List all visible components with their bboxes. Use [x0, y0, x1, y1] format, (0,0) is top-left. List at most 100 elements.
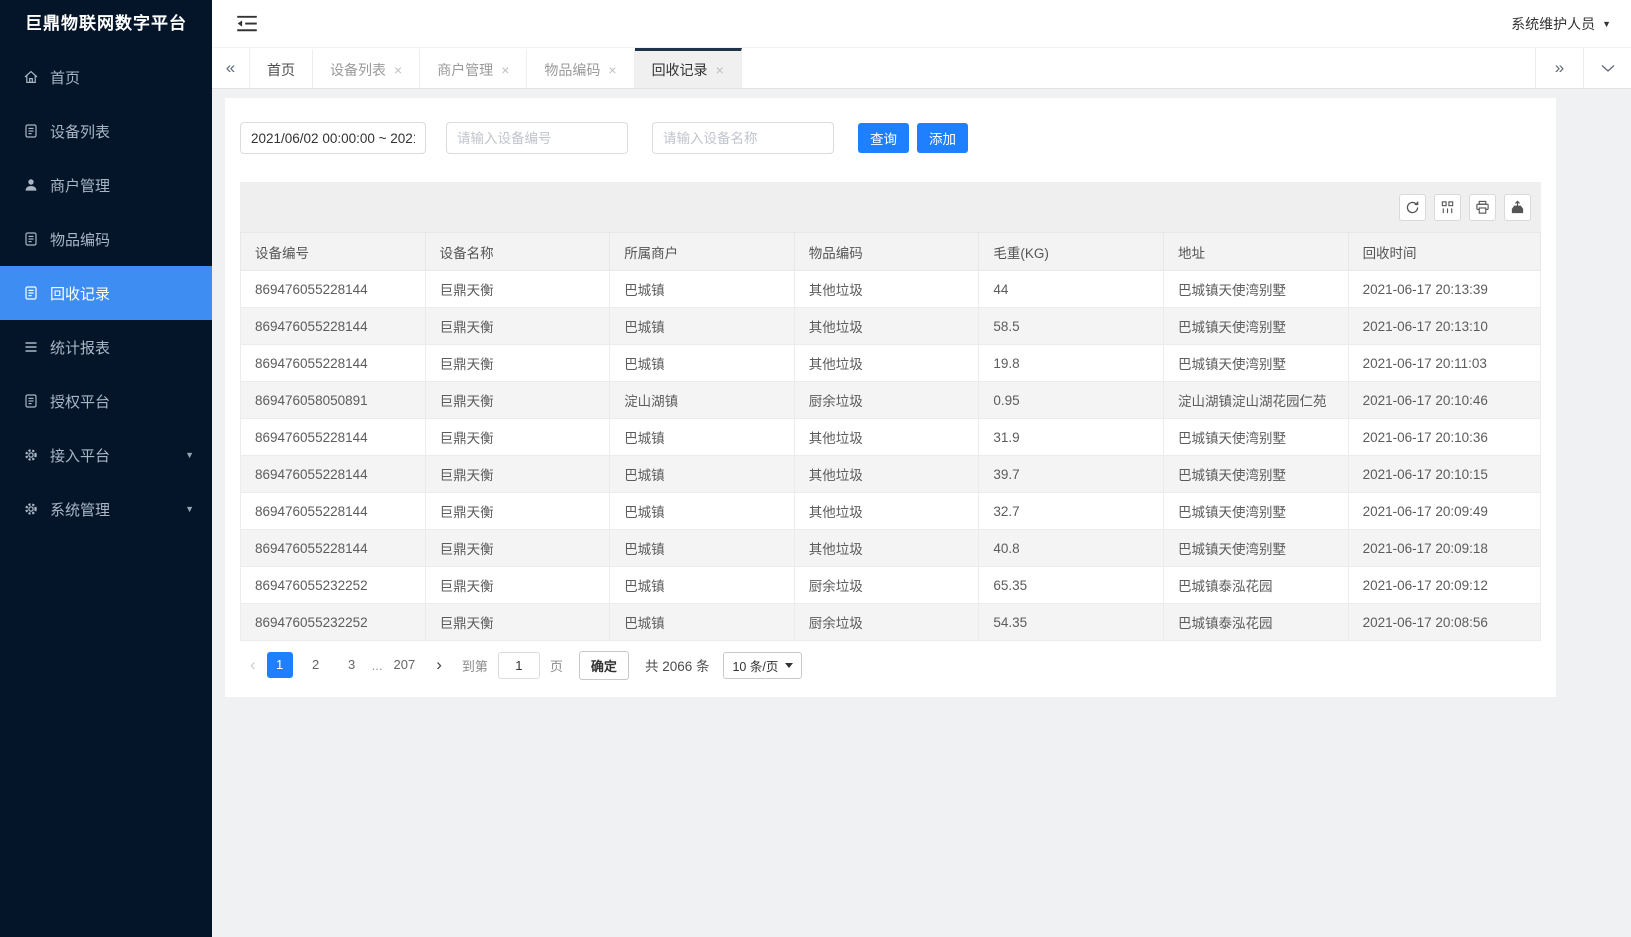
cell-recycle-time: 2021-06-17 20:10:36: [1348, 419, 1540, 456]
close-icon[interactable]: ×: [608, 63, 616, 77]
tab-label: 回收记录: [652, 60, 708, 80]
page-button-2[interactable]: 2: [303, 652, 329, 678]
records-table: 设备编号 设备名称 所属商户 物品编码 毛重(KG) 地址 回收时间 86947…: [240, 232, 1541, 641]
page-button-last[interactable]: 207: [390, 652, 420, 678]
sidebar-item-label: 系统管理: [50, 499, 110, 520]
cell-item-code: 厨余垃圾: [794, 382, 979, 419]
page-button-3[interactable]: 3: [339, 652, 365, 678]
table-row: 869476055232252 巨鼎天衡 巴城镇 厨余垃圾 54.35 巴城镇泰…: [241, 604, 1541, 641]
cell-recycle-time: 2021-06-17 20:10:46: [1348, 382, 1540, 419]
cell-merchant: 淀山湖镇: [610, 382, 795, 419]
tab-merchant[interactable]: 商户管理 ×: [420, 48, 527, 88]
cell-recycle-time: 2021-06-17 20:13:39: [1348, 271, 1540, 308]
sidebar-item-item-code[interactable]: 物品编码: [0, 212, 212, 266]
cell-device-no: 869476055228144: [241, 456, 426, 493]
tabs-scroll-right-button[interactable]: »: [1535, 48, 1583, 88]
cell-gross-weight: 54.35: [979, 604, 1164, 641]
sidebar-item-home[interactable]: 首页: [0, 50, 212, 104]
sidebar-menu: 首页 设备列表 商户管理 物品编码: [0, 50, 212, 536]
cell-address: 巴城镇天使湾别墅: [1163, 271, 1348, 308]
cell-item-code: 厨余垃圾: [794, 604, 979, 641]
device-no-input[interactable]: [446, 122, 628, 154]
list-icon: [22, 393, 39, 410]
goto-page-input[interactable]: [498, 652, 540, 679]
tab-device-list[interactable]: 设备列表 ×: [313, 48, 420, 88]
menu-fold-icon[interactable]: [236, 15, 258, 33]
sidebar-item-stats-report[interactable]: 统计报表: [0, 320, 212, 374]
date-range-input[interactable]: [240, 122, 426, 154]
tabs-menu-button[interactable]: [1583, 48, 1631, 88]
chevron-down-icon[interactable]: ▼: [185, 504, 194, 514]
refresh-button[interactable]: [1399, 194, 1426, 221]
cell-device-name: 巨鼎天衡: [425, 271, 610, 308]
cell-merchant: 巴城镇: [610, 604, 795, 641]
cell-gross-weight: 39.7: [979, 456, 1164, 493]
sidebar-item-device-list[interactable]: 设备列表: [0, 104, 212, 158]
select-caret-icon: [785, 663, 793, 668]
table-row: 869476055228144 巨鼎天衡 巴城镇 其他垃圾 32.7 巴城镇天使…: [241, 493, 1541, 530]
sidebar-item-system-mgmt[interactable]: 系统管理 ▼: [0, 482, 212, 536]
cell-device-name: 巨鼎天衡: [425, 567, 610, 604]
tab-recycle-records[interactable]: 回收记录 ×: [635, 48, 742, 88]
user-dropdown[interactable]: 系统维护人员 ▼: [1511, 14, 1611, 34]
close-icon[interactable]: ×: [716, 63, 724, 77]
cell-address: 巴城镇天使湾别墅: [1163, 345, 1348, 382]
goto-confirm-button[interactable]: 确定: [579, 651, 629, 680]
sidebar-item-label: 接入平台: [50, 445, 110, 466]
app-title: 巨鼎物联网数字平台: [0, 0, 212, 48]
list-icon: [22, 285, 39, 302]
cell-device-no: 869476055232252: [241, 567, 426, 604]
table-row: 869476055228144 巨鼎天衡 巴城镇 其他垃圾 39.7 巴城镇天使…: [241, 456, 1541, 493]
col-merchant: 所属商户: [610, 233, 795, 271]
close-icon[interactable]: ×: [501, 63, 509, 77]
sidebar-item-recycle-records[interactable]: 回收记录: [0, 266, 212, 320]
cell-address: 淀山湖镇淀山湖花园仁苑: [1163, 382, 1348, 419]
prev-page-icon[interactable]: ‹: [244, 655, 262, 675]
cell-recycle-time: 2021-06-17 20:09:49: [1348, 493, 1540, 530]
sidebar-item-merchant[interactable]: 商户管理: [0, 158, 212, 212]
close-icon[interactable]: ×: [394, 63, 402, 77]
tab-label: 首页: [267, 60, 295, 80]
tabs-scroll-left-button[interactable]: «: [212, 48, 250, 88]
cell-recycle-time: 2021-06-17 20:09:12: [1348, 567, 1540, 604]
table-row: 869476055228144 巨鼎天衡 巴城镇 其他垃圾 31.9 巴城镇天使…: [241, 419, 1541, 456]
cell-recycle-time: 2021-06-17 20:08:56: [1348, 604, 1540, 641]
caret-down-icon: ▼: [1602, 19, 1611, 29]
tab-label: 物品编码: [544, 60, 600, 80]
export-button[interactable]: [1504, 194, 1531, 221]
list-icon: [22, 123, 39, 140]
print-button[interactable]: [1469, 194, 1496, 221]
sidebar-item-auth-platform[interactable]: 授权平台: [0, 374, 212, 428]
cell-device-no: 869476055228144: [241, 345, 426, 382]
sidebar-item-label: 统计报表: [50, 337, 110, 358]
cell-gross-weight: 65.35: [979, 567, 1164, 604]
cell-merchant: 巴城镇: [610, 530, 795, 567]
col-device-no: 设备编号: [241, 233, 426, 271]
page-size-select[interactable]: 10 条/页: [723, 652, 802, 679]
add-button[interactable]: 添加: [917, 123, 968, 153]
tab-item-code[interactable]: 物品编码 ×: [527, 48, 634, 88]
next-page-icon[interactable]: ›: [430, 655, 448, 675]
tab-home[interactable]: 首页: [250, 48, 313, 88]
cell-gross-weight: 58.5: [979, 308, 1164, 345]
cell-recycle-time: 2021-06-17 20:09:18: [1348, 530, 1540, 567]
content-area: 查询 添加: [212, 89, 1631, 937]
cell-gross-weight: 0.95: [979, 382, 1164, 419]
main-area: 系统维护人员 ▼ « 首页 设备列表 × 商户管理 × 物品编码 × 回收记录 …: [212, 0, 1631, 937]
table-row: 869476055228144 巨鼎天衡 巴城镇 其他垃圾 44 巴城镇天使湾别…: [241, 271, 1541, 308]
page-button-1[interactable]: 1: [267, 652, 293, 678]
cell-merchant: 巴城镇: [610, 345, 795, 382]
filter-bar: 查询 添加: [240, 122, 1541, 154]
sidebar-item-access-platform[interactable]: 接入平台 ▼: [0, 428, 212, 482]
device-name-input[interactable]: [652, 122, 834, 154]
search-button[interactable]: 查询: [858, 123, 909, 153]
table-row: 869476058050891 巨鼎天衡 淀山湖镇 厨余垃圾 0.95 淀山湖镇…: [241, 382, 1541, 419]
columns-button[interactable]: [1434, 194, 1461, 221]
cell-address: 巴城镇天使湾别墅: [1163, 493, 1348, 530]
goto-label: 到第: [462, 656, 488, 675]
chevron-down-icon[interactable]: ▼: [185, 450, 194, 460]
cell-device-no: 869476055228144: [241, 419, 426, 456]
cell-recycle-time: 2021-06-17 20:13:10: [1348, 308, 1540, 345]
cell-device-no: 869476055228144: [241, 530, 426, 567]
cell-merchant: 巴城镇: [610, 419, 795, 456]
